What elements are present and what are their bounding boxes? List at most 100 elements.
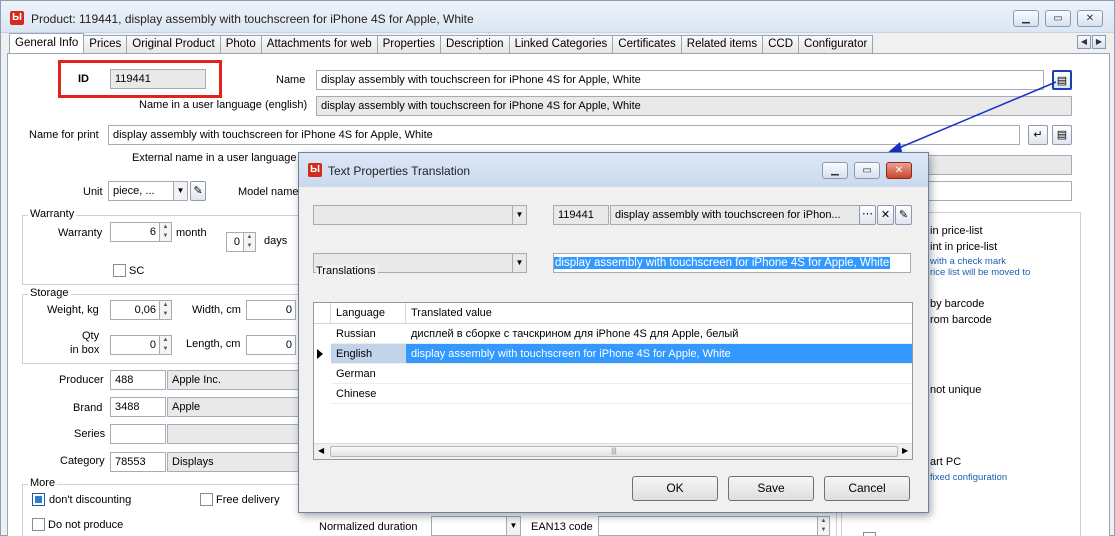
weight-spinner-icon[interactable]: ▲ ▼ <box>159 300 172 320</box>
scroll-thumb[interactable]: ||| <box>330 446 898 457</box>
tab-bar: General Info Prices Original Product Pho… <box>9 33 874 53</box>
grid-row-german-language[interactable]: German <box>331 364 406 384</box>
dialog-translations-chevron-icon[interactable]: ▼ <box>512 253 527 273</box>
name-label: Name <box>276 74 306 86</box>
save-button[interactable]: Save <box>728 476 814 501</box>
dialog-source-select[interactable] <box>313 205 515 225</box>
tab-photo[interactable]: Photo <box>219 35 262 53</box>
close-icon[interactable]: ✕ <box>1077 10 1103 27</box>
warranty-field[interactable]: 6 <box>110 222 160 242</box>
dialog-browse-icon[interactable]: ⋯ <box>859 205 876 225</box>
unit-select[interactable]: piece, ... <box>108 181 174 201</box>
normalized-duration-label: Normalized duration <box>319 521 418 533</box>
length-label: Length, cm <box>186 338 241 350</box>
dialog-clear-icon[interactable]: ✕ <box>877 205 894 225</box>
warranty-spinner-icon[interactable]: ▲ ▼ <box>159 222 172 242</box>
do-not-produce-checkbox[interactable] <box>32 518 45 531</box>
by-barcode-label: by barcode <box>930 298 985 310</box>
in-box-label: in box <box>70 344 100 356</box>
storage-group-label: Storage <box>28 287 71 299</box>
normalized-duration-select[interactable] <box>431 516 507 536</box>
producer-label: Producer <box>59 374 104 386</box>
scroll-right-icon[interactable]: ▶ <box>902 446 908 455</box>
tab-properties[interactable]: Properties <box>376 35 442 53</box>
tab-description[interactable]: Description <box>440 35 510 53</box>
grid-header-language[interactable]: Language <box>331 303 406 324</box>
tab-related-items[interactable]: Related items <box>680 35 764 53</box>
current-row-indicator-icon <box>317 349 323 359</box>
weight-label: Weight, kg <box>47 304 99 316</box>
selected-translation-field[interactable]: display assembly with touchscreen for iP… <box>553 253 911 273</box>
qty-spinner-icon[interactable]: ▲ ▼ <box>159 335 172 355</box>
id-label: ID <box>78 73 89 85</box>
scroll-left-icon[interactable]: ◀ <box>318 446 324 455</box>
category-code-field[interactable]: 78553 <box>110 452 166 472</box>
dialog-edit-icon[interactable]: ✎ <box>895 205 912 225</box>
minimize-icon[interactable]: ▁ <box>1013 10 1039 27</box>
grid-row-english-language[interactable]: English <box>331 344 406 364</box>
grid-row-russian-language[interactable]: Russian <box>331 324 406 344</box>
ok-button[interactable]: OK <box>632 476 718 501</box>
model-name-field[interactable] <box>928 181 1072 201</box>
days-label: days <box>264 235 288 247</box>
grid-row-russian-value[interactable]: дисплей в сборке с тачскрином для iPhone… <box>406 324 912 344</box>
qty-in-box-field[interactable]: 0 <box>110 335 160 355</box>
sc-checkbox[interactable] <box>113 264 126 277</box>
dialog-logo-icon: Ы <box>308 163 322 177</box>
brand-label: Brand <box>73 402 103 414</box>
tab-original-product[interactable]: Original Product <box>126 35 221 53</box>
tab-certificates[interactable]: Certificates <box>612 35 682 53</box>
grid-row-german-value[interactable] <box>406 364 912 384</box>
series-label: Series <box>74 428 106 440</box>
free-delivery-label: Free delivery <box>216 494 280 506</box>
tab-ccd[interactable]: CCD <box>762 35 800 53</box>
cancel-button[interactable]: Cancel <box>824 476 910 501</box>
sc-label: SC <box>129 265 145 277</box>
ean13-label: EAN13 code <box>531 521 593 533</box>
grid-header-value[interactable]: Translated value <box>406 303 912 324</box>
dialog-title: Text Properties Translation <box>328 164 471 178</box>
tab-general-info[interactable]: General Info <box>9 33 85 53</box>
dialog-maximize-icon[interactable]: ▭ <box>854 162 880 179</box>
translations-label: Translations <box>316 265 378 277</box>
warranty-days-field[interactable]: 0 <box>226 232 244 252</box>
annotation-arrow <box>886 81 1057 154</box>
tab-attachments[interactable]: Attachments for web <box>260 35 378 53</box>
producer-code-field[interactable]: 488 <box>110 370 166 390</box>
tab-prices[interactable]: Prices <box>83 35 128 53</box>
dialog-source-chevron-icon[interactable]: ▼ <box>512 205 527 225</box>
series-code-field[interactable] <box>110 424 166 444</box>
width-label: Width, cm <box>192 304 241 316</box>
not-unique-label: not unique <box>930 384 982 396</box>
ean13-field[interactable] <box>598 516 818 536</box>
warranty-label: Warranty <box>58 227 103 239</box>
ean13-spinner-icon[interactable]: ▲ ▼ <box>817 516 830 536</box>
free-delivery-checkbox[interactable] <box>200 493 213 506</box>
bottom-right-checkbox[interactable] <box>863 532 876 536</box>
model-name-label: Model name <box>238 186 299 198</box>
unit-edit-icon[interactable]: ✎ <box>190 181 206 201</box>
maximize-icon[interactable]: ▭ <box>1045 10 1071 27</box>
tab-scroll-left-icon[interactable]: ◀ <box>1077 35 1091 49</box>
translations-grid: Language Translated value Russian диспле… <box>313 302 913 460</box>
name-for-print-label: Name for print <box>29 129 99 141</box>
dialog-minimize-icon[interactable]: ▁ <box>822 162 848 179</box>
dialog-titlebar: Ы Text Properties Translation ▁ ▭ ✕ <box>299 153 928 187</box>
width-field[interactable]: 0 <box>246 300 296 320</box>
weight-field[interactable]: 0,06 <box>110 300 160 320</box>
dont-discounting-checkbox[interactable] <box>32 493 45 506</box>
grid-row-english-value[interactable]: display assembly with touchscreen for iP… <box>406 344 912 364</box>
dialog-close-icon[interactable]: ✕ <box>886 162 912 179</box>
days-spinner-icon[interactable]: ▲ ▼ <box>243 232 256 252</box>
brand-code-field[interactable]: 3488 <box>110 397 166 417</box>
length-field[interactable]: 0 <box>246 335 296 355</box>
grid-row-chinese-value[interactable] <box>406 384 912 404</box>
tab-scroll-right-icon[interactable]: ▶ <box>1092 35 1106 49</box>
moved-note: rice list will be moved to <box>930 267 1031 278</box>
horizontal-scrollbar[interactable]: ◀ ||| ▶ <box>314 443 912 459</box>
grid-row-chinese-language[interactable]: Chinese <box>331 384 406 404</box>
normalized-duration-chevron-icon[interactable]: ▼ <box>506 516 521 536</box>
chevron-down-icon[interactable]: ▼ <box>173 181 188 201</box>
tab-linked-categories[interactable]: Linked Categories <box>508 35 614 53</box>
tab-configurator[interactable]: Configurator <box>798 35 874 53</box>
